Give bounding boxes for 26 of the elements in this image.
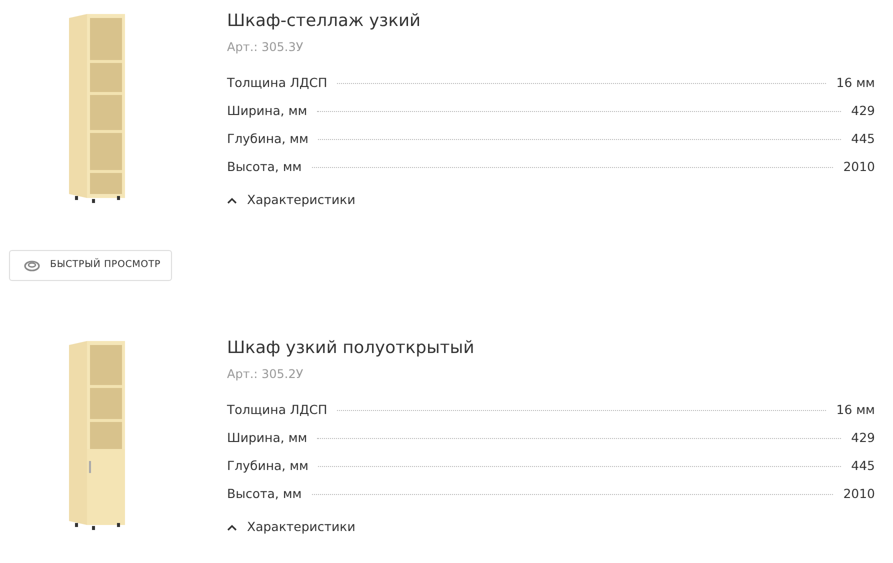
chevron-up-icon [227,196,237,204]
article-number: Арт.: 305.3У [227,39,304,56]
product-title: Шкаф-стеллаж узкий [227,10,422,33]
spec-value: 2010 [843,158,875,176]
spec-label: Высота, мм [227,484,302,503]
spec-label: Толщина ЛДСП [227,400,328,419]
spec-value: 445 [851,130,875,148]
characteristics-toggle[interactable]: Характеристики [227,518,356,537]
chevron-up-icon [227,524,237,531]
product-title: Шкаф узкий полуоткрытый [227,337,476,360]
spec-label: Ширина, мм [227,428,308,447]
article-number: Арт.: 305.2У [227,366,304,383]
characteristics-toggle[interactable]: Характеристики [227,191,356,210]
spec-label: Глубина, мм [227,130,308,148]
spec-value: 2010 [843,484,875,503]
spec-label: Ширина, мм [227,102,308,120]
spec-label: Глубина, мм [227,456,308,475]
spec-value: 16 мм [836,74,875,92]
spec-value: 429 [851,102,875,120]
spec-value: 445 [851,456,875,475]
spec-label: Высота, мм [227,158,302,176]
spec-value: 429 [851,428,875,447]
spec-value: 16 мм [836,400,875,419]
spec-label: Толщина ЛДСП [227,74,328,92]
quick-view-button[interactable]: БЫСТРЫЙ ПРОСМОТР [9,250,172,281]
eye-icon [24,260,40,272]
